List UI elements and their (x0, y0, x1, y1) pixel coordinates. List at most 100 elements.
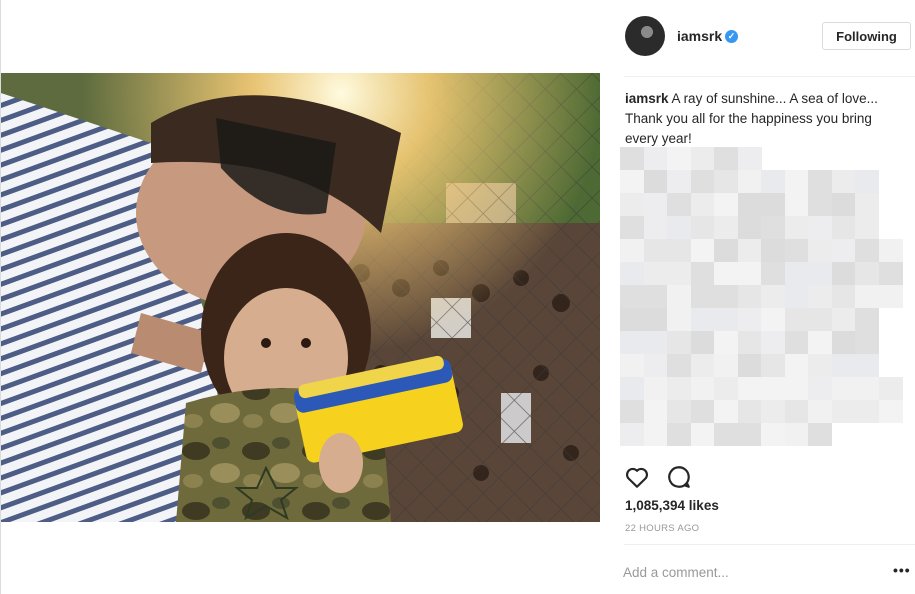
blur-cell (737, 147, 762, 170)
blur-cell (784, 216, 809, 239)
blur-cell (690, 193, 715, 216)
blur-cell (714, 308, 738, 331)
blur-cell (690, 400, 715, 423)
blur-cell (784, 193, 809, 216)
blur-cell (714, 377, 738, 400)
blur-cell (620, 147, 644, 170)
blur-cell (761, 170, 785, 193)
blur-cell (690, 331, 715, 354)
blur-cell (808, 377, 832, 400)
blur-cell (737, 400, 762, 423)
blur-cell (690, 354, 715, 377)
blur-cell (643, 216, 668, 239)
blur-cell (643, 193, 668, 216)
blur-cell (620, 400, 644, 423)
blur-cell (620, 170, 644, 193)
blurred-comments (620, 147, 905, 447)
blur-cell (690, 239, 715, 262)
blur-cell (855, 239, 879, 262)
blur-cell (784, 170, 809, 193)
blur-cell (808, 216, 832, 239)
blur-cell (690, 170, 715, 193)
blur-cell (620, 193, 644, 216)
blur-cell (855, 193, 879, 216)
blur-cell (784, 377, 809, 400)
blur-cell (643, 262, 668, 285)
blur-cell (667, 400, 691, 423)
blur-cell (620, 262, 644, 285)
post-photo[interactable] (1, 73, 600, 522)
blur-cell (761, 285, 785, 308)
blur-cell (690, 377, 715, 400)
blur-cell (737, 193, 762, 216)
blur-cell (808, 262, 832, 285)
blur-cell (714, 285, 738, 308)
blur-cell (714, 170, 738, 193)
blur-cell (831, 331, 856, 354)
blur-cell (831, 377, 856, 400)
likes-count[interactable]: 1,085,394 likes (625, 498, 719, 513)
blur-cell (714, 147, 738, 170)
blur-cell (737, 262, 762, 285)
blur-cell (643, 239, 668, 262)
blur-cell (831, 354, 856, 377)
blur-cell (831, 193, 856, 216)
blur-cell (667, 377, 691, 400)
blur-cell (690, 147, 715, 170)
blur-cell (808, 239, 832, 262)
heart-icon[interactable] (624, 464, 650, 490)
header-divider (624, 76, 915, 77)
blur-cell (737, 285, 762, 308)
blur-cell (714, 216, 738, 239)
blur-cell (808, 308, 832, 331)
blur-cell (784, 308, 809, 331)
comment-divider (624, 544, 915, 545)
more-options-icon[interactable]: ••• (893, 562, 911, 578)
blur-cell (878, 285, 903, 308)
post-timestamp[interactable]: 22 HOURS AGO (625, 523, 699, 534)
blur-cell (808, 331, 832, 354)
blur-cell (714, 331, 738, 354)
blur-cell (643, 308, 668, 331)
blur-cell (667, 354, 691, 377)
blur-cell (808, 400, 832, 423)
comment-input[interactable] (623, 561, 863, 583)
verified-badge-icon: ✓ (725, 30, 738, 43)
blur-cell (737, 170, 762, 193)
blur-cell (784, 400, 809, 423)
avatar[interactable] (625, 16, 665, 56)
blur-cell (831, 285, 856, 308)
blur-cell (714, 400, 738, 423)
username-link[interactable]: iamsrk (677, 28, 722, 44)
blur-cell (761, 377, 785, 400)
blur-cell (808, 285, 832, 308)
blur-cell (831, 262, 856, 285)
comment-icon[interactable] (666, 464, 692, 490)
blur-cell (620, 377, 644, 400)
blur-cell (667, 308, 691, 331)
blur-cell (855, 308, 879, 331)
blur-cell (714, 262, 738, 285)
blur-cell (761, 331, 785, 354)
blur-cell (761, 239, 785, 262)
blur-cell (643, 331, 668, 354)
blur-cell (690, 216, 715, 239)
caption-username-link[interactable]: iamsrk (625, 91, 669, 106)
blur-cell (620, 308, 644, 331)
blur-cell (855, 331, 879, 354)
blur-cell (808, 354, 832, 377)
action-bar (609, 460, 915, 494)
blur-cell (761, 216, 785, 239)
blur-cell (714, 239, 738, 262)
blur-cell (831, 216, 856, 239)
post-header: iamsrk ✓ Following (609, 14, 915, 60)
blur-cell (855, 216, 879, 239)
blur-cell (737, 308, 762, 331)
blur-cell (831, 400, 856, 423)
blur-cell (784, 239, 809, 262)
blur-cell (620, 239, 644, 262)
following-button[interactable]: Following (822, 22, 911, 50)
blur-cell (878, 377, 903, 400)
blur-cell (667, 423, 691, 446)
blur-cell (761, 423, 785, 446)
